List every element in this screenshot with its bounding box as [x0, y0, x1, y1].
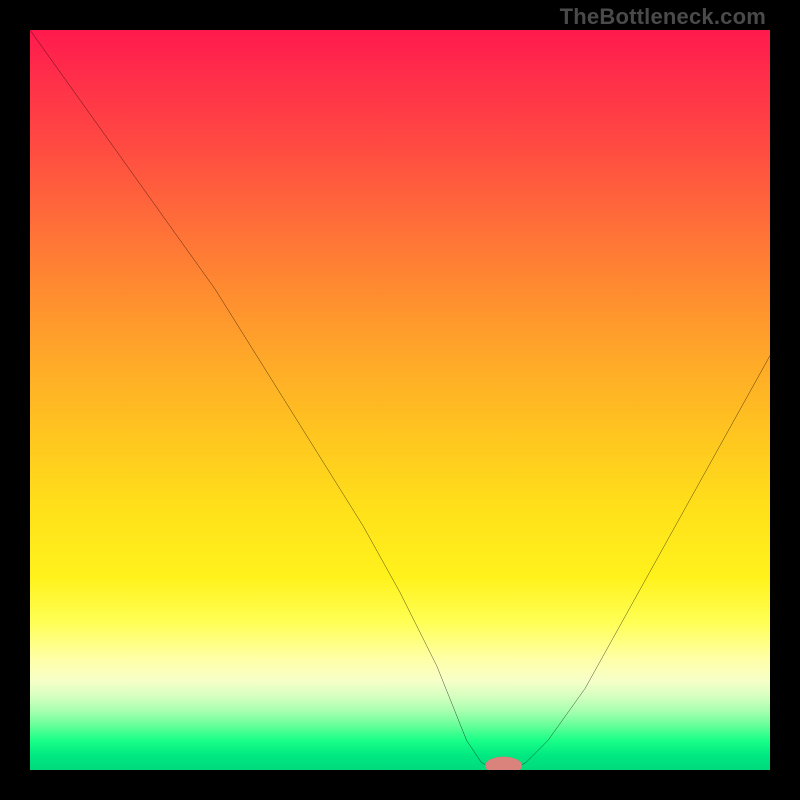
optimal-marker [485, 757, 522, 770]
watermark-text: TheBottleneck.com [560, 4, 766, 30]
plot-area [30, 30, 770, 770]
curve-layer [30, 30, 770, 770]
bottleneck-curve [30, 30, 770, 770]
chart-frame: TheBottleneck.com [0, 0, 800, 800]
